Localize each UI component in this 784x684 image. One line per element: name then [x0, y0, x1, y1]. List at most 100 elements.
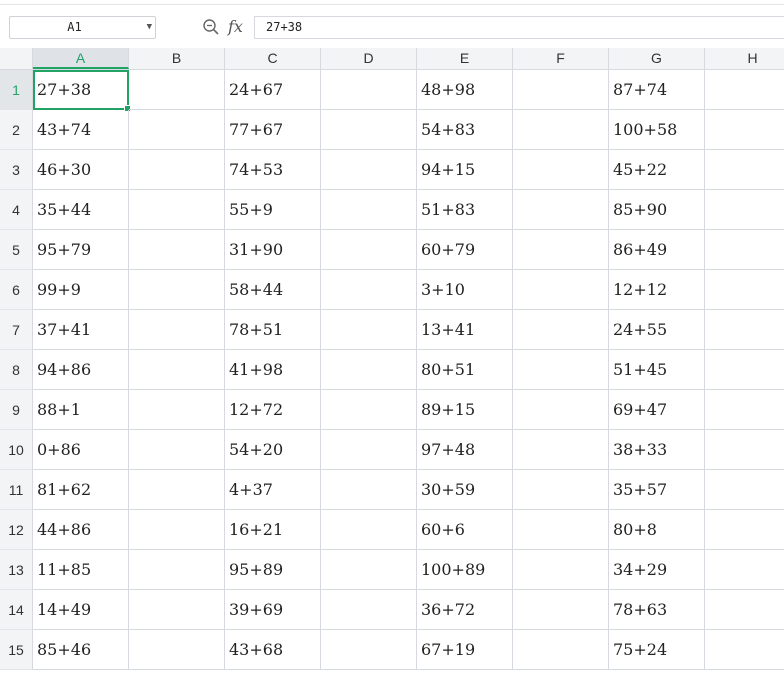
- cell-c14[interactable]: 39+69: [225, 590, 321, 630]
- zoom-search-icon[interactable]: [202, 18, 220, 36]
- cell-a11[interactable]: 81+62: [33, 470, 129, 510]
- cell-g10[interactable]: 38+33: [609, 430, 705, 470]
- cell-h15[interactable]: [705, 630, 784, 670]
- row-header[interactable]: 13: [0, 550, 33, 590]
- cell-h3[interactable]: [705, 150, 784, 190]
- row-header[interactable]: 4: [0, 190, 33, 230]
- row-header[interactable]: 14: [0, 590, 33, 630]
- cell-e15[interactable]: 67+19: [417, 630, 513, 670]
- cell-c12[interactable]: 16+21: [225, 510, 321, 550]
- cell-f1[interactable]: [513, 70, 609, 110]
- cell-b14[interactable]: [129, 590, 225, 630]
- cell-d6[interactable]: [321, 270, 417, 310]
- cell-d14[interactable]: [321, 590, 417, 630]
- cell-a4[interactable]: 35+44: [33, 190, 129, 230]
- column-header-a[interactable]: A: [33, 48, 129, 69]
- column-header-d[interactable]: D: [321, 48, 417, 69]
- cell-b6[interactable]: [129, 270, 225, 310]
- cell-e5[interactable]: 60+79: [417, 230, 513, 270]
- cell-a6[interactable]: 99+9: [33, 270, 129, 310]
- cell-g11[interactable]: 35+57: [609, 470, 705, 510]
- cell-d9[interactable]: [321, 390, 417, 430]
- cell-c2[interactable]: 77+67: [225, 110, 321, 150]
- cell-d15[interactable]: [321, 630, 417, 670]
- cell-f10[interactable]: [513, 430, 609, 470]
- cell-h5[interactable]: [705, 230, 784, 270]
- cell-e2[interactable]: 54+83: [417, 110, 513, 150]
- cell-b9[interactable]: [129, 390, 225, 430]
- cell-e12[interactable]: 60+6: [417, 510, 513, 550]
- cell-b5[interactable]: [129, 230, 225, 270]
- column-header-h[interactable]: H: [705, 48, 784, 69]
- cell-a1[interactable]: 27+38: [33, 70, 131, 112]
- row-header[interactable]: 10: [0, 430, 33, 470]
- cell-g7[interactable]: 24+55: [609, 310, 705, 350]
- cell-b4[interactable]: [129, 190, 225, 230]
- cell-g4[interactable]: 85+90: [609, 190, 705, 230]
- name-box[interactable]: A1 ▼: [9, 16, 156, 39]
- cell-b10[interactable]: [129, 430, 225, 470]
- cell-b15[interactable]: [129, 630, 225, 670]
- cell-c3[interactable]: 74+53: [225, 150, 321, 190]
- cell-a14[interactable]: 14+49: [33, 590, 129, 630]
- cell-e4[interactable]: 51+83: [417, 190, 513, 230]
- cell-b12[interactable]: [129, 510, 225, 550]
- cell-d2[interactable]: [321, 110, 417, 150]
- column-header-f[interactable]: F: [513, 48, 609, 69]
- cell-h8[interactable]: [705, 350, 784, 390]
- cell-b11[interactable]: [129, 470, 225, 510]
- row-header[interactable]: 6: [0, 270, 33, 310]
- cell-d3[interactable]: [321, 150, 417, 190]
- row-header[interactable]: 9: [0, 390, 33, 430]
- cell-h13[interactable]: [705, 550, 784, 590]
- cell-b1[interactable]: [129, 70, 225, 110]
- cell-f3[interactable]: [513, 150, 609, 190]
- column-header-c[interactable]: C: [225, 48, 321, 69]
- cell-f15[interactable]: [513, 630, 609, 670]
- cell-h10[interactable]: [705, 430, 784, 470]
- cell-d1[interactable]: [321, 70, 417, 110]
- cell-g6[interactable]: 12+12: [609, 270, 705, 310]
- cell-g1[interactable]: 87+74: [609, 70, 705, 110]
- cell-d12[interactable]: [321, 510, 417, 550]
- row-header[interactable]: 11: [0, 470, 33, 510]
- cell-d7[interactable]: [321, 310, 417, 350]
- cell-c13[interactable]: 95+89: [225, 550, 321, 590]
- cell-f12[interactable]: [513, 510, 609, 550]
- cell-f4[interactable]: [513, 190, 609, 230]
- cell-a12[interactable]: 44+86: [33, 510, 129, 550]
- cell-g12[interactable]: 80+8: [609, 510, 705, 550]
- column-header-b[interactable]: B: [129, 48, 225, 69]
- cell-e7[interactable]: 13+41: [417, 310, 513, 350]
- cell-e10[interactable]: 97+48: [417, 430, 513, 470]
- cell-c15[interactable]: 43+68: [225, 630, 321, 670]
- formula-input[interactable]: 27+38: [254, 16, 784, 39]
- cell-f11[interactable]: [513, 470, 609, 510]
- cell-g14[interactable]: 78+63: [609, 590, 705, 630]
- cell-d5[interactable]: [321, 230, 417, 270]
- column-header-e[interactable]: E: [417, 48, 513, 69]
- cell-d8[interactable]: [321, 350, 417, 390]
- fx-icon[interactable]: fx: [228, 15, 243, 39]
- cell-c10[interactable]: 54+20: [225, 430, 321, 470]
- cell-f8[interactable]: [513, 350, 609, 390]
- select-all-corner[interactable]: [0, 48, 33, 69]
- cell-b3[interactable]: [129, 150, 225, 190]
- row-header[interactable]: 5: [0, 230, 33, 270]
- cell-h1[interactable]: [705, 70, 784, 110]
- cell-c9[interactable]: 12+72: [225, 390, 321, 430]
- cell-g9[interactable]: 69+47: [609, 390, 705, 430]
- cell-d13[interactable]: [321, 550, 417, 590]
- cell-c11[interactable]: 4+37: [225, 470, 321, 510]
- cell-c1[interactable]: 24+67: [225, 70, 321, 110]
- cell-g3[interactable]: 45+22: [609, 150, 705, 190]
- cell-h4[interactable]: [705, 190, 784, 230]
- cell-h2[interactable]: [705, 110, 784, 150]
- cell-e9[interactable]: 89+15: [417, 390, 513, 430]
- cell-c5[interactable]: 31+90: [225, 230, 321, 270]
- row-header[interactable]: 1: [0, 70, 33, 110]
- cell-a8[interactable]: 94+86: [33, 350, 129, 390]
- cell-a7[interactable]: 37+41: [33, 310, 129, 350]
- cell-f7[interactable]: [513, 310, 609, 350]
- cell-d4[interactable]: [321, 190, 417, 230]
